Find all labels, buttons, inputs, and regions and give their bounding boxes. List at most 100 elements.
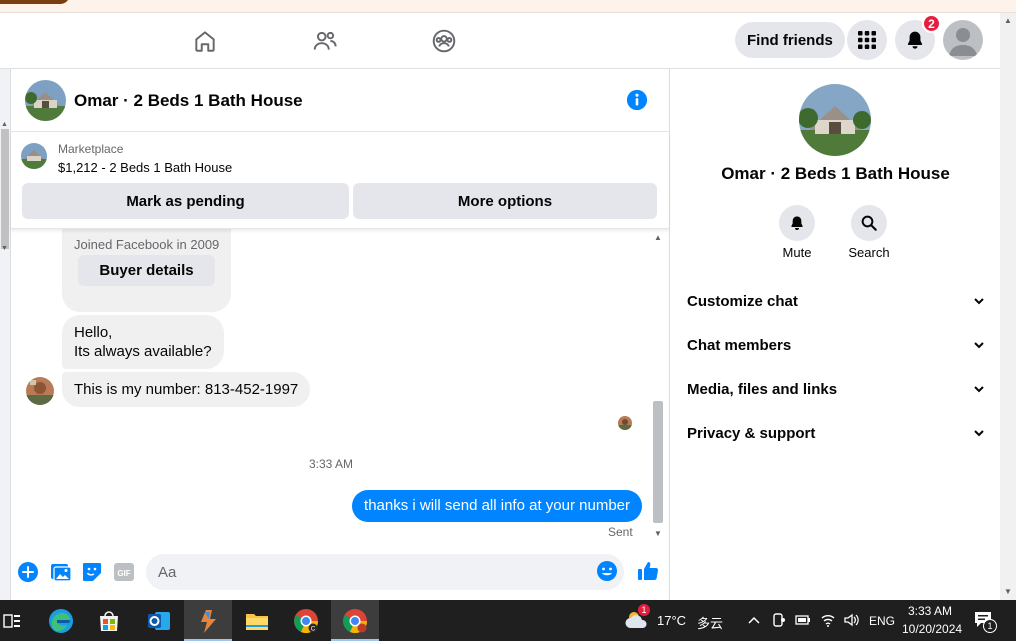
notification-badge: 2 bbox=[922, 14, 941, 33]
clock-time[interactable]: 3:33 AM bbox=[908, 604, 952, 618]
page-scrollbar[interactable]: ▲ ▼ bbox=[1000, 13, 1016, 600]
message-input[interactable] bbox=[146, 554, 624, 590]
marketplace-label: Marketplace bbox=[58, 142, 124, 156]
account-avatar[interactable] bbox=[943, 20, 983, 60]
mark-as-pending-button[interactable]: Mark as pending bbox=[22, 183, 349, 219]
photo-icon[interactable] bbox=[50, 561, 72, 583]
buyer-profile-card: Joined Facebook in 2009 Buyer details bbox=[62, 229, 231, 312]
message-text: This is my number: 813-452-1997 bbox=[74, 381, 299, 398]
listing-title[interactable]: $1,212 - 2 Beds 1 Bath House bbox=[58, 160, 232, 175]
page-scroll-down-icon[interactable]: ▼ bbox=[1004, 587, 1012, 596]
menu-grid-button[interactable] bbox=[847, 20, 887, 60]
microsoft-store-icon[interactable] bbox=[85, 600, 133, 641]
media-files-links-section[interactable]: Media, files and links bbox=[687, 369, 985, 409]
conversation-large-avatar[interactable] bbox=[799, 84, 871, 156]
mute-button[interactable]: Mute bbox=[767, 205, 827, 260]
clock-date[interactable]: 10/20/2024 bbox=[902, 622, 962, 636]
message-bubble[interactable]: Hello, Its always available? bbox=[62, 315, 224, 369]
message-composer: GIF bbox=[11, 541, 669, 600]
conversation-avatar[interactable] bbox=[25, 80, 66, 121]
notifications-button[interactable]: 2 bbox=[895, 14, 941, 60]
sender-avatar[interactable] bbox=[26, 377, 54, 405]
svg-text:GIF: GIF bbox=[117, 569, 130, 578]
chat-scrollbar[interactable]: ▲ ▼ bbox=[651, 231, 665, 541]
meet-now-icon[interactable] bbox=[772, 612, 786, 628]
chat-panel: Omar · 2 Beds 1 Bath House Marketplace $… bbox=[11, 69, 670, 600]
mute-label: Mute bbox=[782, 245, 812, 260]
outlook-icon[interactable] bbox=[135, 600, 183, 641]
user-silhouette-icon bbox=[949, 28, 977, 56]
scroll-up-arrow-icon[interactable]: ▲ bbox=[1, 121, 8, 128]
plus-icon[interactable] bbox=[17, 561, 39, 583]
chat-scrollbar-thumb[interactable] bbox=[653, 401, 663, 523]
search-button[interactable]: Search bbox=[839, 205, 899, 260]
chrome-profile-icon[interactable] bbox=[331, 600, 379, 641]
chevron-up-icon[interactable] bbox=[748, 615, 760, 625]
weather-icon[interactable]: 1 bbox=[624, 604, 652, 632]
chat-info-panel: Omar · 2 Beds 1 Bath House Mute Search C… bbox=[671, 69, 1000, 600]
chevron-down-icon bbox=[974, 342, 984, 349]
info-icon[interactable] bbox=[626, 89, 648, 111]
language-indicator[interactable]: ENG bbox=[869, 614, 895, 628]
conversation-name: Omar · 2 Beds 1 Bath House bbox=[721, 164, 950, 183]
chevron-down-icon bbox=[974, 298, 984, 305]
notification-count-badge: 1 bbox=[983, 619, 997, 633]
sticker-icon[interactable] bbox=[81, 561, 103, 583]
task-view-icon[interactable] bbox=[0, 600, 36, 641]
friends-icon[interactable] bbox=[311, 27, 339, 55]
section-label: Media, files and links bbox=[687, 380, 838, 398]
left-sidebar-strip: ▲ ▼ bbox=[0, 69, 11, 600]
chevron-down-icon bbox=[974, 386, 984, 393]
browser-tab-edge bbox=[0, 0, 70, 4]
section-label: Customize chat bbox=[687, 292, 798, 310]
search-icon bbox=[861, 215, 877, 231]
windows-taskbar: C 1 17°C 多云 ENG 3:33 AM 10/20/2024 1 bbox=[0, 600, 1016, 641]
message-timestamp: 3:33 AM bbox=[308, 457, 354, 471]
chat-members-section[interactable]: Chat members bbox=[687, 325, 985, 365]
grid-icon bbox=[858, 31, 876, 49]
joined-date-text: Joined Facebook in 2009 bbox=[74, 237, 220, 252]
scroll-down-arrow-icon[interactable]: ▼ bbox=[1, 245, 8, 252]
bell-icon bbox=[907, 31, 923, 49]
message-list[interactable]: Joined Facebook in 2009 Buyer details He… bbox=[11, 229, 651, 541]
left-scrollbar-thumb[interactable] bbox=[1, 129, 9, 249]
seen-indicator-avatar bbox=[618, 416, 632, 430]
section-label: Privacy & support bbox=[687, 424, 816, 442]
marketplace-listing-bar: Marketplace $1,212 - 2 Beds 1 Bath House… bbox=[11, 133, 669, 229]
edge-browser-icon[interactable] bbox=[37, 600, 85, 641]
more-options-button[interactable]: More options bbox=[353, 183, 657, 219]
chrome-icon[interactable]: C bbox=[282, 600, 330, 641]
message-bubble[interactable]: This is my number: 813-452-1997 bbox=[62, 372, 311, 407]
weather-badge: 1 bbox=[638, 604, 650, 616]
chat-scroll-down-icon[interactable]: ▼ bbox=[654, 529, 662, 538]
chevron-down-icon bbox=[974, 430, 984, 437]
chat-header: Omar · 2 Beds 1 Bath House bbox=[11, 69, 669, 132]
thumbs-up-icon[interactable] bbox=[636, 559, 660, 583]
svg-text:C: C bbox=[311, 626, 316, 632]
battery-icon[interactable] bbox=[795, 613, 811, 627]
message-text: Hello, bbox=[74, 324, 113, 341]
home-icon[interactable] bbox=[191, 27, 219, 55]
emoji-icon[interactable] bbox=[596, 560, 618, 582]
temperature-text: 17°C bbox=[657, 613, 687, 628]
outgoing-message-bubble[interactable]: thanks i will send all info at your numb… bbox=[352, 490, 642, 522]
chat-title[interactable]: Omar · 2 Beds 1 Bath House bbox=[74, 91, 303, 111]
browser-top-strip bbox=[0, 0, 1016, 13]
volume-icon[interactable] bbox=[843, 612, 861, 628]
search-label: Search bbox=[848, 245, 890, 260]
gif-icon[interactable]: GIF bbox=[113, 561, 135, 583]
privacy-support-section[interactable]: Privacy & support bbox=[687, 413, 985, 453]
section-label: Chat members bbox=[687, 336, 792, 354]
chat-scroll-up-icon[interactable]: ▲ bbox=[654, 233, 662, 242]
find-friends-button[interactable]: Find friends bbox=[735, 22, 845, 58]
page-scroll-up-icon[interactable]: ▲ bbox=[1004, 16, 1012, 25]
customize-chat-section[interactable]: Customize chat bbox=[687, 281, 985, 321]
file-explorer-icon[interactable] bbox=[233, 600, 281, 641]
groups-icon[interactable] bbox=[430, 27, 458, 55]
bell-icon bbox=[791, 216, 803, 230]
notification-center-icon[interactable]: 1 bbox=[973, 610, 997, 633]
listing-thumbnail[interactable] bbox=[21, 143, 47, 169]
active-app-icon[interactable] bbox=[184, 600, 232, 641]
wifi-icon[interactable] bbox=[820, 612, 836, 628]
buyer-details-button[interactable]: Buyer details bbox=[78, 255, 215, 286]
